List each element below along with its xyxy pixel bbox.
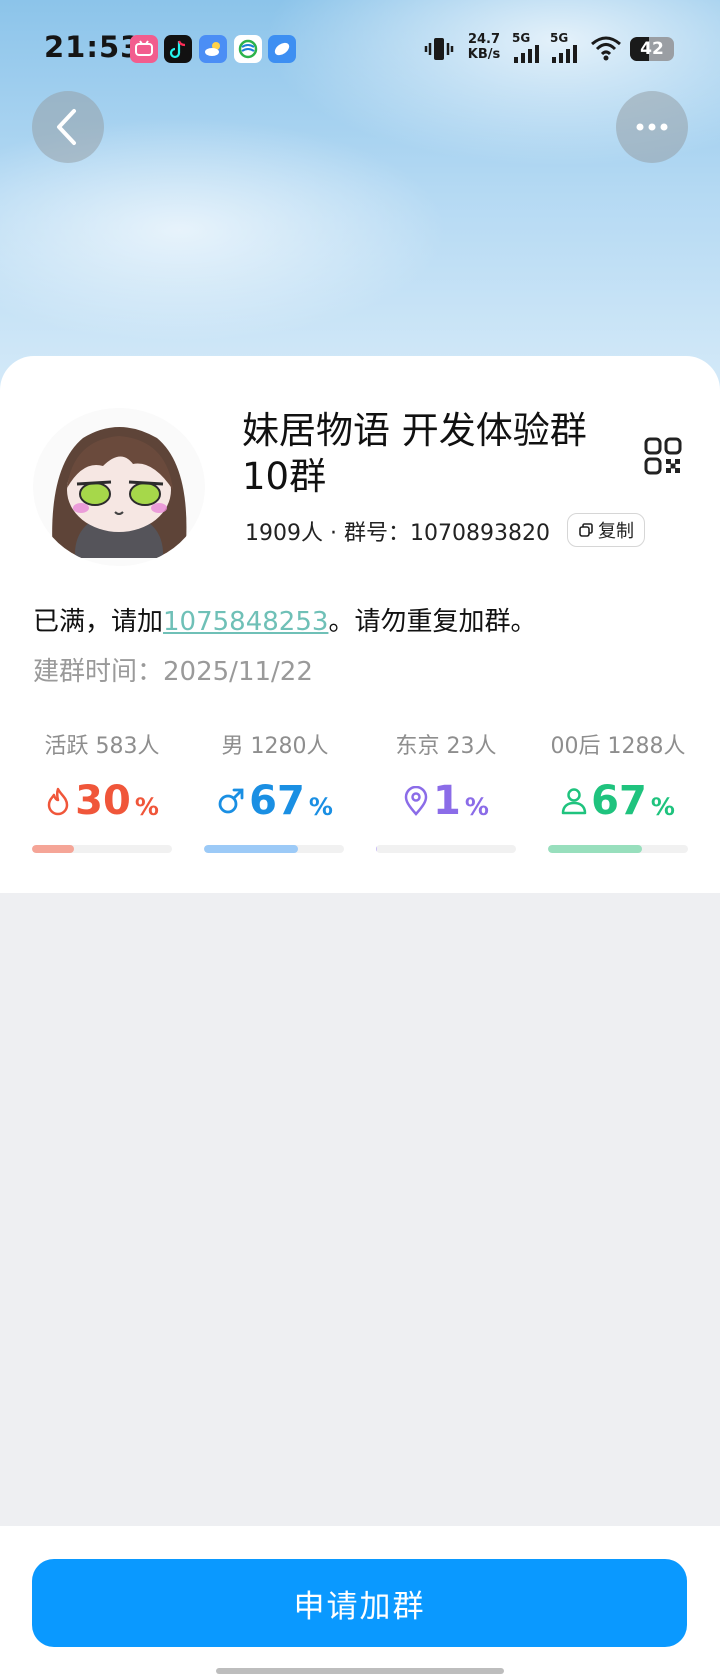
tiktok-icon (164, 35, 192, 63)
weather-icon (199, 35, 227, 63)
home-indicator[interactable] (216, 1668, 504, 1674)
stat-unit: % (464, 793, 489, 821)
created-date: 建群时间：2025/11/22 (33, 657, 313, 687)
stat-bar-fill (204, 845, 298, 853)
stat-bar-gender (204, 845, 344, 853)
stat-bar-age (548, 845, 688, 853)
stat-gender: 男 1280人 67% (205, 728, 345, 824)
stat-age: 00后 1288人 67% (548, 728, 688, 824)
china-mobile-icon (234, 35, 262, 63)
group-id: 1070893820 (410, 521, 550, 546)
qr-code-icon[interactable] (644, 437, 682, 475)
group-avatar[interactable] (33, 408, 205, 566)
male-icon (218, 788, 244, 814)
stat-unit: % (650, 793, 675, 821)
stat-value: 67 (591, 778, 647, 824)
stat-bar-active (32, 845, 172, 853)
avatar-image (33, 408, 205, 566)
stat-value: 67 (249, 778, 305, 824)
stat-label: 00后 1288人 (550, 734, 686, 759)
stat-label: 活跃 583人 (44, 734, 160, 759)
stat-bar-location (376, 845, 516, 853)
status-bar: 21:53 24.7 KB/s 5G 5G 42 (0, 0, 720, 100)
wifi-icon (590, 34, 622, 66)
stat-label: 东京 23人 (395, 734, 497, 759)
group-meta: 1909人 · 群号：1070893820 (245, 521, 550, 546)
member-count: 1909人 (245, 521, 323, 546)
stat-bar-fill (548, 845, 642, 853)
copy-button[interactable]: 复制 (567, 513, 645, 547)
status-time: 21:53 (44, 30, 142, 64)
stat-active: 活跃 583人 30% (32, 728, 172, 824)
fire-icon (47, 787, 69, 816)
chevron-left-icon (57, 109, 76, 145)
person-icon (561, 788, 587, 815)
more-button[interactable] (616, 91, 688, 163)
group-id-label: 群号： (343, 521, 410, 546)
group-description: 已满，请加1075848253。请勿重复加群。 (33, 607, 537, 637)
stat-value: 30 (75, 778, 131, 824)
location-pin-icon (404, 786, 428, 816)
copy-icon (579, 523, 593, 537)
stat-value: 1 (433, 778, 461, 824)
stat-unit: % (308, 793, 333, 821)
alt-group-link[interactable]: 1075848253 (163, 607, 328, 637)
stat-bar-fill (32, 845, 74, 853)
copy-label: 复制 (598, 521, 634, 542)
stat-bar-fill (376, 845, 378, 853)
battery-icon: 42 (630, 37, 674, 61)
vibrate-icon (424, 36, 454, 66)
stat-label: 男 1280人 (221, 734, 329, 759)
apply-join-button[interactable]: 申请加群 (32, 1559, 687, 1647)
more-icon (636, 123, 668, 131)
bilibili-icon (130, 35, 158, 63)
stat-location: 东京 23人 1% (376, 728, 516, 824)
signal-icon: 5G (512, 32, 542, 66)
stat-unit: % (134, 793, 159, 821)
signal-icon: 5G (550, 32, 580, 66)
back-button[interactable] (32, 91, 104, 163)
network-speed: 24.7 KB/s (467, 32, 501, 62)
browser-icon (268, 35, 296, 63)
group-name: 妹居物语 开发体验群10群 (242, 409, 587, 498)
